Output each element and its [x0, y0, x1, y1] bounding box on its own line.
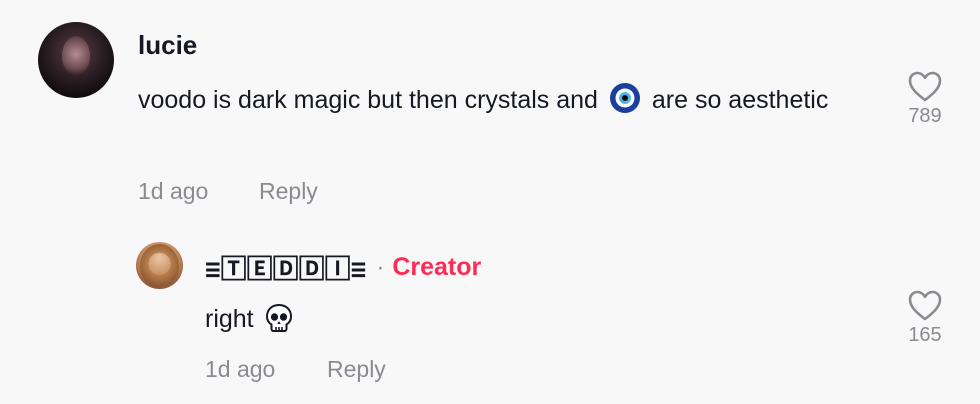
separator-dot: ·: [376, 253, 385, 281]
reply-avatar-hair: [140, 244, 179, 288]
reply-text: right: [205, 299, 293, 339]
avatar-face: [62, 36, 90, 76]
comment-username[interactable]: lucie: [138, 30, 197, 61]
evil-eye-icon: [609, 83, 640, 113]
reply-header: ≡🅃🄴🄳🄳🄸≡ · Creator: [205, 249, 481, 286]
reply-button[interactable]: Reply: [259, 178, 318, 205]
reply-like-button[interactable]: 165: [895, 289, 955, 347]
comment-text-part-2: are so aesthetic: [651, 86, 829, 114]
reply-timestamp: 1d ago: [205, 356, 276, 382]
like-button[interactable]: 789: [895, 70, 955, 128]
comment-timestamp: 1d ago: [138, 178, 209, 204]
reply-username[interactable]: ≡🅃🄴🄳🄳🄸≡: [205, 249, 366, 286]
reply-text-content: right: [205, 305, 254, 333]
skull-icon: [265, 303, 292, 332]
comment-text-part-1: voodo is dark magic but then crystals an…: [138, 86, 598, 114]
comment-text: voodo is dark magic but then crystals an…: [138, 80, 858, 120]
creator-badge: Creator: [392, 253, 482, 281]
reply-avatar[interactable]: [136, 242, 183, 289]
reply-like-count: 165: [908, 324, 942, 346]
like-count: 789: [908, 105, 942, 127]
comments-panel: lucie voodo is dark magic but then cryst…: [0, 0, 980, 404]
avatar[interactable]: [38, 22, 114, 98]
heart-outline-icon: [908, 71, 942, 102]
heart-outline-icon: [908, 290, 942, 321]
reply-to-reply-button[interactable]: Reply: [327, 356, 386, 383]
